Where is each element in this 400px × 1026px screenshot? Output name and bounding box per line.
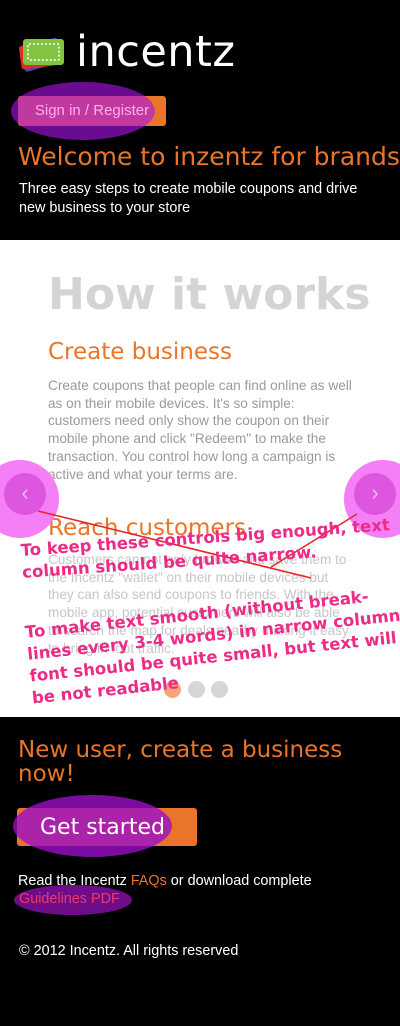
new-user-heading: New user, create a business now! bbox=[18, 737, 343, 787]
copyright: © 2012 Incentz. All rights reserved bbox=[19, 943, 239, 959]
faqs-link[interactable]: FAQs bbox=[131, 873, 167, 889]
guidelines-pdf-link[interactable]: Guidelines PDF bbox=[19, 890, 120, 909]
get-started-label[interactable]: Get started bbox=[40, 808, 165, 846]
faq-middle: or download complete bbox=[166, 873, 312, 889]
